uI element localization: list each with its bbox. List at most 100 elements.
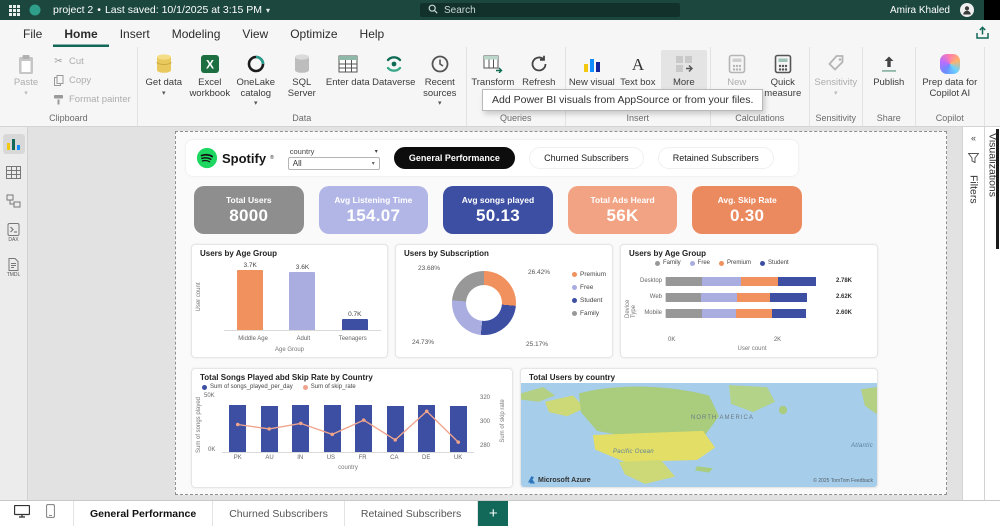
y-axis-label: Device Type: [625, 299, 637, 318]
share-icon[interactable]: [972, 24, 992, 42]
page-tab-churned-subscribers[interactable]: Churned Subscribers: [213, 501, 345, 526]
expand-pane-icon[interactable]: «: [971, 133, 976, 143]
country-slicer[interactable]: country ▾ All ▾: [287, 147, 380, 170]
onelake-catalog-button[interactable]: OneLake catalog ▾: [233, 50, 279, 108]
dax-query-icon: [7, 223, 20, 236]
kpi-total-users[interactable]: Total Users 8000: [194, 186, 304, 234]
refresh-icon: [527, 52, 551, 76]
tab-help[interactable]: Help: [349, 20, 396, 47]
tab-home[interactable]: Home: [53, 20, 108, 47]
page-tab-general-performance[interactable]: General Performance: [74, 501, 214, 526]
donut-legend: Premium Free Student Family: [571, 271, 606, 317]
get-data-button[interactable]: Get data ▾: [141, 50, 187, 97]
spotify-logo: Spotify ®: [196, 147, 274, 169]
filter-funnel-icon[interactable]: [967, 150, 980, 168]
tab-file[interactable]: File: [12, 20, 53, 47]
tab-modeling[interactable]: Modeling: [161, 20, 232, 47]
ribbon-tab-row: File Home Insert Modeling View Optimize …: [0, 20, 1000, 47]
main-area: DAX TMDL Spotify ® country ▾ All ▾ Gener…: [0, 127, 1000, 500]
scrollbar[interactable]: [996, 129, 999, 249]
users-by-age-chart[interactable]: Users by Age Group User count 3.7K 3.6K: [191, 244, 388, 358]
songs-skiprate-combo-chart[interactable]: Total Songs Played abd Skip Rate by Coun…: [191, 368, 513, 488]
group-label-sensitivity: Sensitivity: [815, 113, 857, 123]
bar-middle-age[interactable]: [237, 270, 264, 330]
tmdl-icon: [8, 258, 19, 271]
donut-chart[interactable]: [452, 271, 516, 335]
paste-button[interactable]: Paste ▾: [3, 50, 49, 97]
spotify-icon: [196, 147, 218, 169]
nav-pill-retained-subscribers[interactable]: Retained Subscribers: [657, 147, 774, 169]
brand-name: Spotify: [222, 150, 267, 166]
bar-teenagers[interactable]: [341, 318, 368, 330]
group-label-insert: Insert: [626, 113, 650, 123]
sensitivity-button[interactable]: Sensitivity ▾: [813, 50, 859, 97]
desktop-layout-icon[interactable]: [13, 504, 31, 523]
tab-view[interactable]: View: [231, 20, 279, 47]
users-by-device-chart[interactable]: Users by Age Group Family Free Premium S…: [620, 244, 878, 358]
titlebar-right: Amira Khaled: [890, 0, 1000, 20]
kpi-avg-listening-time[interactable]: Avg Listening Time 154.07: [318, 186, 429, 234]
document-title[interactable]: project 2 • Last saved: 10/1/2025 at 3:1…: [53, 4, 270, 16]
sensitivity-tag-icon: [824, 52, 848, 76]
report-page[interactable]: Spotify ® country ▾ All ▾ General Perfor…: [175, 131, 947, 495]
cut-button[interactable]: ✂ Cut: [49, 54, 134, 69]
more-visuals-icon: [672, 52, 696, 76]
group-label-copilot: Copilot: [935, 113, 964, 123]
user-name[interactable]: Amira Khaled: [890, 5, 950, 16]
refresh-button[interactable]: Refresh: [516, 50, 562, 89]
kpi-avg-songs-played[interactable]: Avg songs played 50.13: [443, 186, 553, 234]
table-view-button[interactable]: [3, 163, 25, 182]
text-box-button[interactable]: A Text box: [615, 50, 661, 89]
tmdl-view-button[interactable]: TMDL: [3, 255, 25, 281]
report-view-button[interactable]: [2, 134, 25, 154]
tab-optimize[interactable]: Optimize: [279, 20, 348, 47]
format-painter-button[interactable]: Format painter: [49, 92, 134, 107]
dataverse-button[interactable]: Dataverse: [371, 50, 417, 89]
enter-data-button[interactable]: Enter data: [325, 50, 371, 89]
mobile-layout-icon[interactable]: [45, 503, 56, 523]
clock-icon: [428, 52, 452, 76]
quick-measure-button[interactable]: Quick measure: [760, 50, 806, 99]
bar-adult[interactable]: [289, 271, 316, 330]
user-avatar[interactable]: [960, 3, 974, 17]
copy-button[interactable]: Copy: [49, 73, 134, 88]
stacked-bar-web[interactable]: [666, 292, 808, 302]
search-input[interactable]: Search: [420, 3, 680, 17]
tab-insert[interactable]: Insert: [109, 20, 161, 47]
kpi-avg-skip-rate[interactable]: Avg. Skip Rate 0.30: [692, 186, 802, 234]
nav-pill-general-performance[interactable]: General Performance: [393, 147, 515, 169]
waffle-menu-icon[interactable]: [9, 4, 20, 16]
group-label-clipboard: Clipboard: [49, 113, 88, 123]
add-page-button[interactable]: +: [478, 501, 509, 526]
app-logo-icon: [29, 4, 41, 16]
users-by-country-map[interactable]: Total Users by country NORTH AMERICA Pac…: [520, 368, 878, 488]
publish-icon: [877, 52, 901, 76]
prep-data-copilot-button[interactable]: Prep data for Copilot AI: [919, 50, 981, 99]
model-view-button[interactable]: [3, 191, 25, 211]
stacked-bar-desktop[interactable]: [666, 276, 816, 286]
users-by-subscription-chart[interactable]: Users by Subscription 23.68% 26.42% 24.7…: [395, 244, 613, 358]
skip-rate-line: [235, 409, 461, 444]
filters-pane-label[interactable]: Filters: [968, 175, 980, 204]
stacked-bar-mobile[interactable]: [666, 308, 807, 318]
excel-workbook-button[interactable]: X Excel workbook: [187, 50, 233, 99]
copy-icon: [52, 75, 65, 86]
kpi-row: Total Users 8000 Avg Listening Time 154.…: [194, 186, 802, 234]
kpi-total-ads-heard[interactable]: Total Ads Heard 56K: [567, 186, 678, 234]
publish-button[interactable]: Publish: [866, 50, 912, 89]
project-name: project 2: [53, 4, 94, 16]
group-label-data: Data: [292, 113, 312, 123]
window-controls[interactable]: [984, 0, 1000, 20]
page-tab-retained-subscribers[interactable]: Retained Subscribers: [344, 501, 479, 526]
svg-text:X: X: [206, 58, 214, 72]
dax-query-view-button[interactable]: DAX: [3, 220, 25, 246]
sql-server-button[interactable]: SQL Server: [279, 50, 325, 99]
y-axis-left-label: Sum of songs played: [196, 396, 202, 454]
report-canvas[interactable]: Spotify ® country ▾ All ▾ General Perfor…: [28, 127, 962, 500]
map-canvas[interactable]: [521, 383, 877, 487]
recent-sources-button[interactable]: Recent sources ▾: [417, 50, 463, 108]
nav-pill-churned-subscribers[interactable]: Churned Subscribers: [529, 147, 644, 169]
map-ocean-label: Pacific Ocean: [613, 449, 654, 455]
slicer-dropdown[interactable]: All ▾: [287, 156, 380, 170]
chart-title: Users by Age Group: [629, 249, 707, 258]
